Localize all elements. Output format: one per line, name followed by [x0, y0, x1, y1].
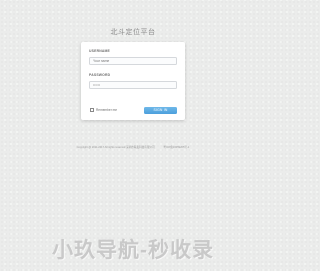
remember-me[interactable]: Remember me	[90, 108, 117, 112]
copyright-text: Copyright @ 2011-2017 All rights reserve…	[76, 146, 155, 149]
password-label: PASSWORD	[89, 73, 111, 77]
password-input[interactable]: ••••••	[89, 81, 177, 89]
signin-button[interactable]: SIGN IN	[144, 107, 177, 114]
username-label: USERNAME	[89, 49, 111, 53]
footer: Copyright @ 2011-2017 All rights reserve…	[0, 145, 266, 149]
remember-checkbox[interactable]	[90, 108, 94, 112]
username-input[interactable]	[89, 57, 177, 65]
login-card: USERNAME PASSWORD •••••• Remember me SIG…	[81, 42, 185, 120]
watermark-text: 小玖导航-秒收录	[52, 239, 214, 262]
page-title: 北斗定位平台	[110, 29, 156, 36]
remember-label: Remember me	[96, 108, 118, 112]
icp-link[interactable]: 粤ICP备16059205号-1	[163, 146, 189, 149]
